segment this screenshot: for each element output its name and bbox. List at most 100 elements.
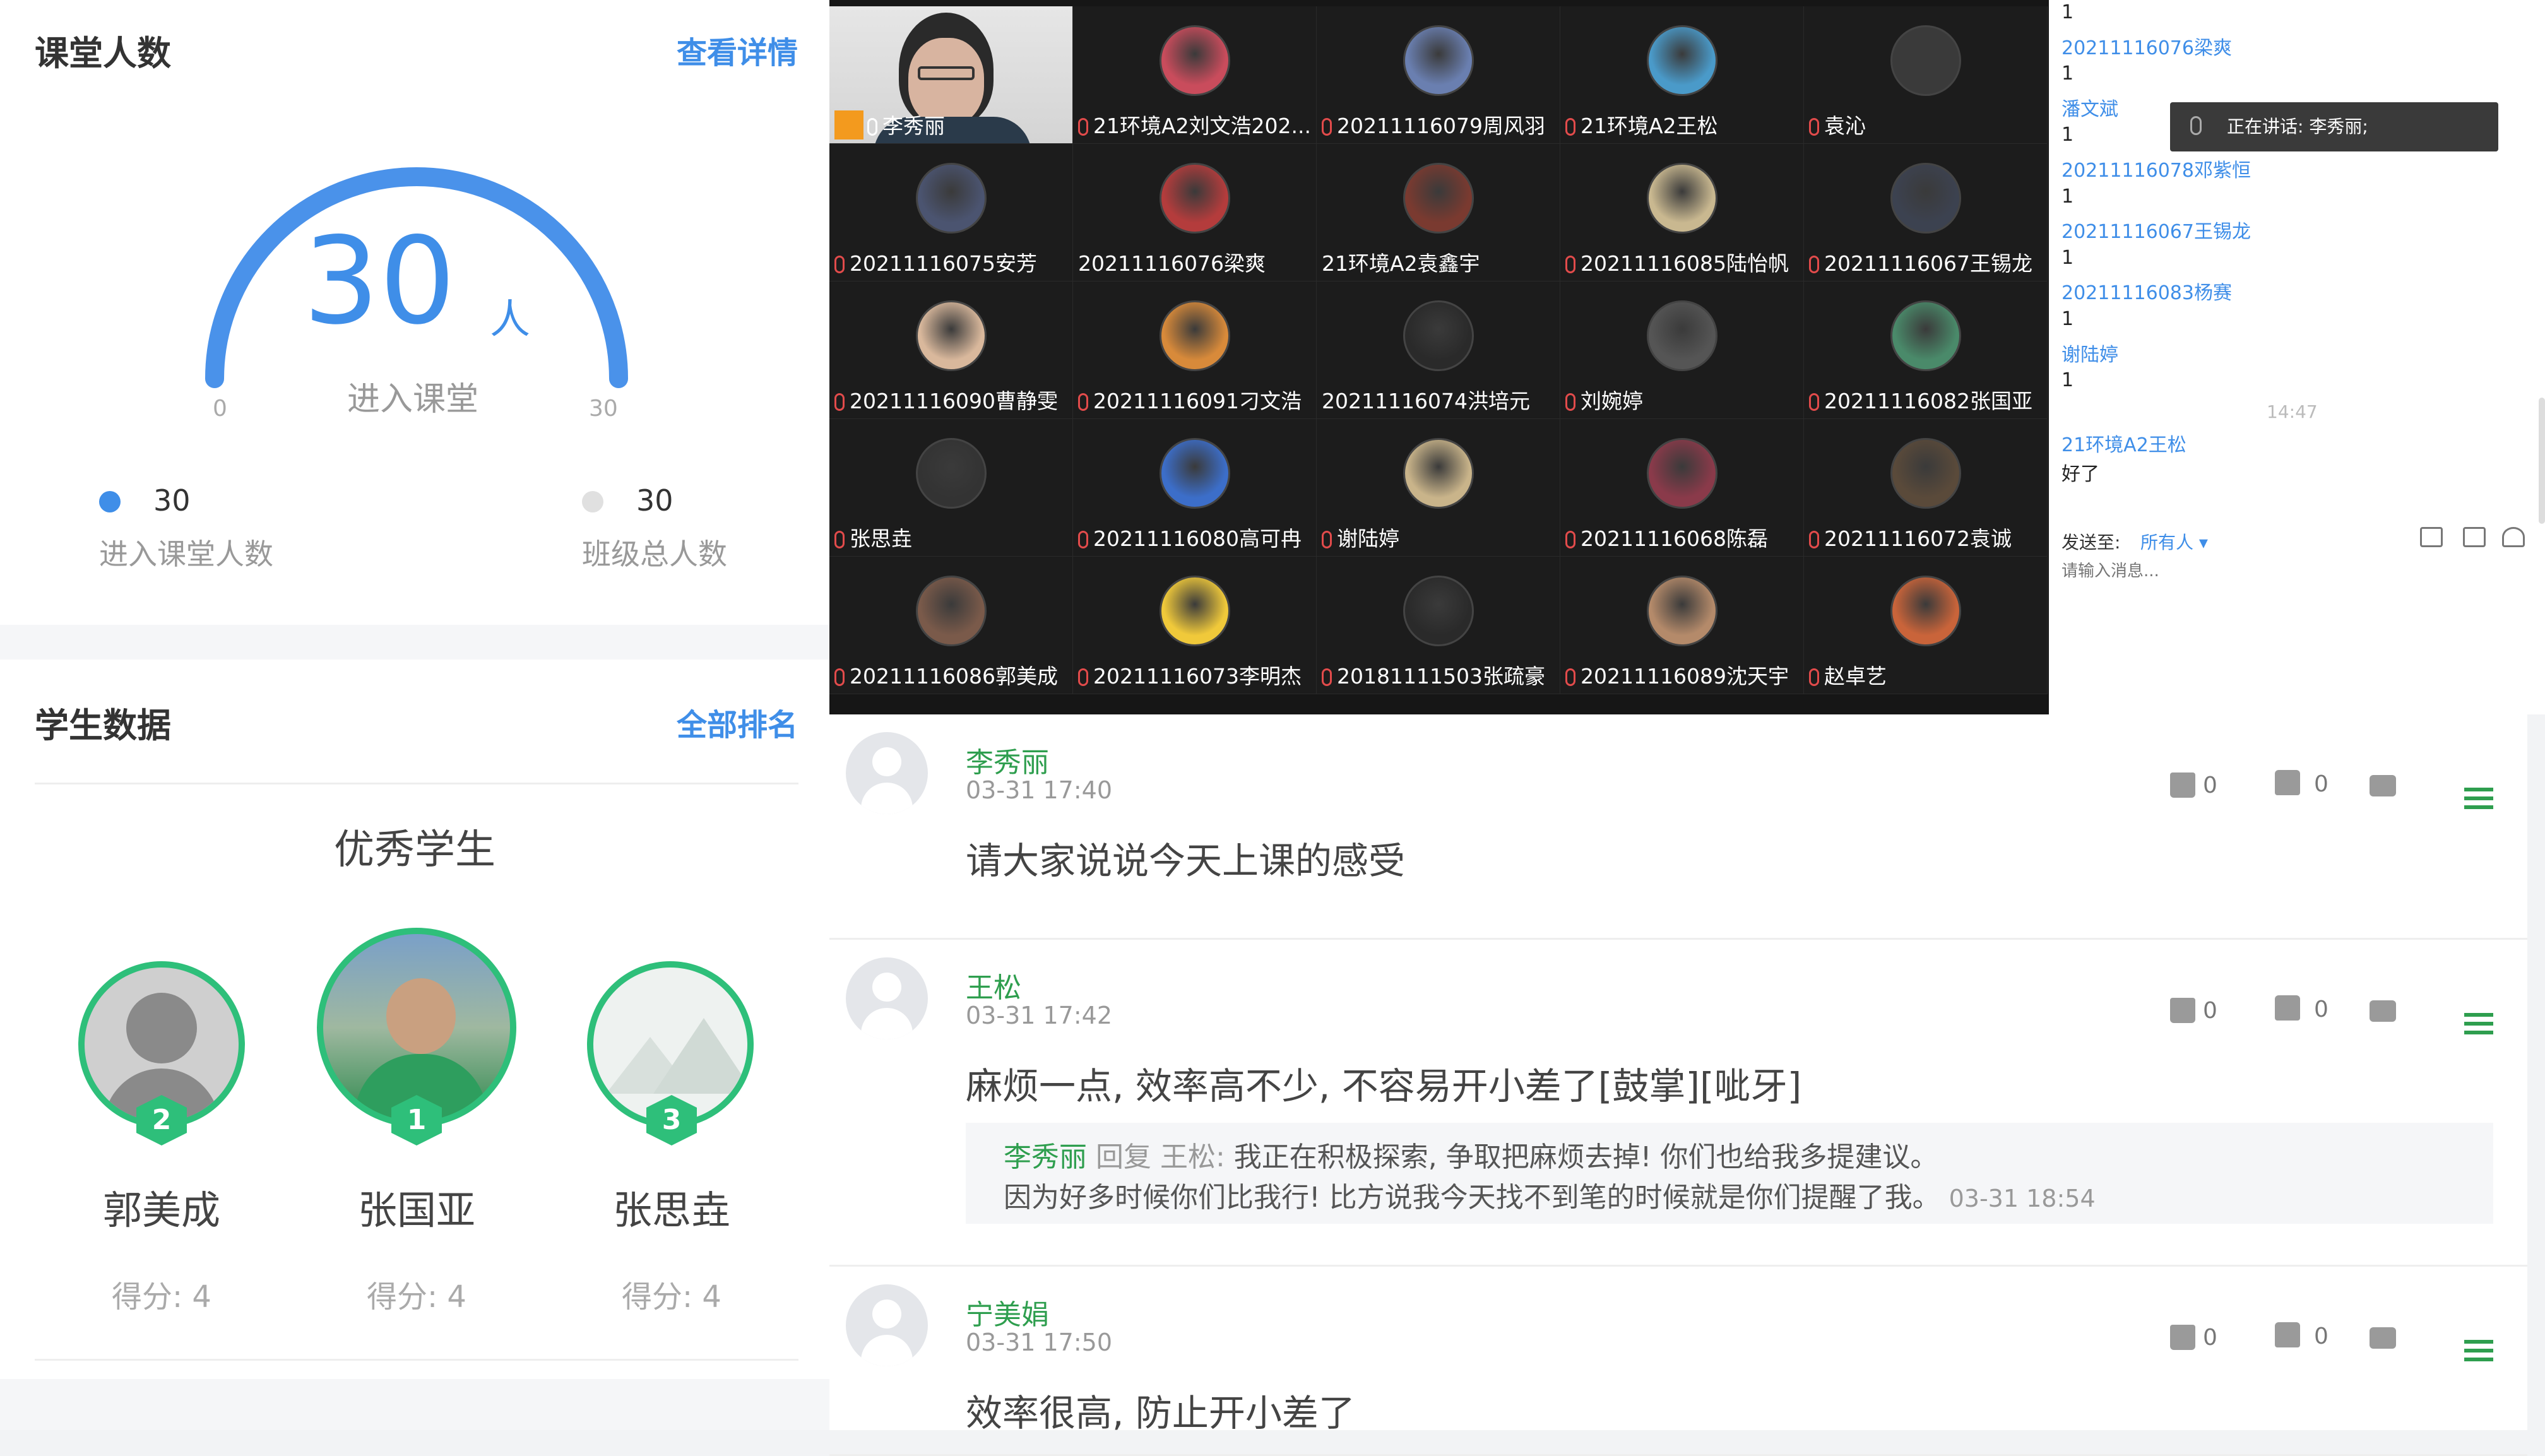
thumbs-up-icon[interactable]	[2275, 770, 2300, 795]
student-name: 张国亚	[357, 1187, 475, 1233]
participant-label: 20211116086郭美成	[850, 664, 1058, 689]
dislike-count: 0	[2203, 772, 2217, 798]
participant-name: 20211116085陆怡帆	[1565, 247, 1800, 277]
participant-label: 20211116089沈天宇	[1581, 664, 1789, 689]
chat-scrollbar[interactable]	[2539, 398, 2545, 524]
video-tile[interactable]: 21环境A2王松	[1560, 6, 1804, 144]
participant-label: 20211116085陆怡帆	[1581, 251, 1789, 276]
chat-input[interactable]	[2062, 562, 2377, 581]
dislike-count: 0	[2203, 998, 2217, 1024]
mic-muted-icon	[834, 668, 845, 686]
mic-muted-icon	[834, 256, 845, 273]
participant-avatar	[1890, 25, 1961, 96]
host-icon	[834, 110, 863, 139]
participant-avatar	[1890, 576, 1961, 646]
participant-name: 21环境A2刘文浩202...	[1078, 109, 1312, 139]
comment-author[interactable]: 王松	[966, 965, 1021, 1005]
reply-text: 因为好多时候你们比我行! 比方说我今天找不到笔的时候就是你们提醒了我。	[1004, 1181, 1949, 1214]
video-tile[interactable]: 20211116072袁诚	[1804, 419, 2048, 557]
participant-label: 21环境A2王松	[1581, 114, 1718, 138]
chat-sender: 20211116076梁爽	[2062, 37, 2232, 59]
participant-label: 20211116079周风羽	[1337, 114, 1545, 138]
video-tile[interactable]: 20211116074洪培元	[1317, 281, 1560, 419]
video-tile[interactable]: 刘婉婷	[1560, 281, 1804, 419]
video-tile[interactable]: 20211116073李明杰	[1073, 557, 1317, 694]
participant-label: 20211116073李明杰	[1093, 664, 1302, 689]
video-tile[interactable]: 20211116067王锡龙	[1804, 144, 2048, 281]
video-tile[interactable]: 张思垚	[829, 419, 1073, 557]
chat-message: 1	[2062, 1, 2074, 23]
participant-avatar	[1890, 163, 1961, 234]
thumbs-up-icon[interactable]	[2275, 995, 2300, 1021]
comment-bubble-icon[interactable]	[2370, 1327, 2396, 1349]
reply-author[interactable]: 李秀丽	[1004, 1141, 1096, 1173]
comment-author[interactable]: 宁美娟	[966, 1292, 1049, 1332]
participant-avatar	[916, 300, 987, 371]
calendar-icon[interactable]	[2463, 527, 2486, 547]
participant-avatar	[1647, 25, 1717, 96]
chat-sender: 20211116067王锡龙	[2062, 221, 2251, 244]
thumbs-down-icon[interactable]	[2170, 998, 2195, 1023]
video-tile[interactable]: 20211116085陆怡帆	[1560, 144, 1804, 281]
video-tile[interactable]: 20211116091刁文浩	[1073, 281, 1317, 419]
comment-text: 效率很高, 防止开小差了	[966, 1392, 1355, 1435]
menu-icon[interactable]	[2464, 1013, 2493, 1034]
user-avatar-icon[interactable]	[846, 957, 928, 1039]
video-tile[interactable]: 20211116090曹静雯	[829, 281, 1073, 419]
participant-name: 20211116086郭美成	[834, 660, 1069, 690]
participant-avatar	[1403, 163, 1474, 234]
video-tile[interactable]: 20211116079周风羽	[1317, 6, 1560, 144]
mountain-placeholder-icon	[653, 1018, 747, 1094]
participant-name: 20181111503张疏豪	[1322, 660, 1556, 690]
participant-name: 20211116076梁爽	[1078, 247, 1312, 277]
mic-muted-icon	[1809, 118, 1819, 136]
gauge-caption: 进入课堂	[347, 381, 479, 418]
mic-muted-icon	[834, 531, 845, 548]
thumbs-down-icon[interactable]	[2170, 1325, 2195, 1350]
student-score: 得分: 4	[367, 1279, 466, 1315]
user-avatar-icon[interactable]	[846, 732, 928, 814]
video-tile[interactable]: 20211116075安芳	[829, 144, 1073, 281]
folder-icon[interactable]	[2420, 527, 2443, 547]
participant-name: 袁沁	[1809, 109, 2043, 139]
video-tile[interactable]: 20211116082张国亚	[1804, 281, 2048, 419]
thumbs-down-icon[interactable]	[2170, 772, 2195, 798]
participant-avatar	[1403, 25, 1474, 96]
attendance-unit: 人	[490, 297, 530, 343]
video-tile[interactable]: 20181111503张疏豪	[1317, 557, 1560, 694]
video-tile[interactable]: 谢陆婷	[1317, 419, 1560, 557]
participant-label: 20211116072袁诚	[1824, 526, 2012, 551]
participant-label: 张思垚	[850, 526, 912, 551]
participant-name: 20211116075安芳	[834, 247, 1069, 277]
video-tile[interactable]: 21环境A2刘文浩202...	[1073, 6, 1317, 144]
mic-muted-icon	[1322, 118, 1332, 136]
comment-author[interactable]: 李秀丽	[966, 740, 1049, 780]
user-avatar-icon[interactable]	[846, 1284, 928, 1366]
menu-icon[interactable]	[2464, 1340, 2493, 1361]
participant-avatar	[1647, 438, 1717, 509]
comment-bubble-icon[interactable]	[2370, 1000, 2396, 1022]
video-tile[interactable]: 李秀丽	[829, 6, 1073, 144]
video-tile[interactable]: 20211116076梁爽	[1073, 144, 1317, 281]
full-ranking-link[interactable]: 全部排名	[677, 700, 798, 744]
video-tile[interactable]: 20211116080高可冉	[1073, 419, 1317, 557]
participant-label: 赵卓艺	[1824, 664, 1887, 689]
thumbs-up-icon[interactable]	[2275, 1322, 2300, 1347]
send-to-select[interactable]: 所有人 ▾	[2140, 529, 2208, 554]
view-details-link[interactable]: 查看详情	[677, 28, 798, 72]
divider	[35, 1359, 798, 1361]
participant-avatar	[916, 163, 987, 234]
participant-label: 20211116082张国亚	[1824, 389, 2032, 413]
chat-message: 好了	[2062, 463, 2099, 485]
video-tile[interactable]: 20211116068陈磊	[1560, 419, 1804, 557]
video-tile[interactable]: 袁沁	[1804, 6, 2048, 144]
menu-icon[interactable]	[2464, 788, 2493, 809]
video-tile[interactable]: 20211116086郭美成	[829, 557, 1073, 694]
user-icon[interactable]	[2502, 527, 2525, 547]
participant-label: 20211116080高可冉	[1093, 526, 1302, 551]
mic-muted-icon	[1565, 668, 1575, 686]
video-tile[interactable]: 21环境A2袁鑫宇	[1317, 144, 1560, 281]
video-tile[interactable]: 赵卓艺	[1804, 557, 2048, 694]
comment-bubble-icon[interactable]	[2370, 775, 2396, 796]
video-tile[interactable]: 20211116089沈天宇	[1560, 557, 1804, 694]
